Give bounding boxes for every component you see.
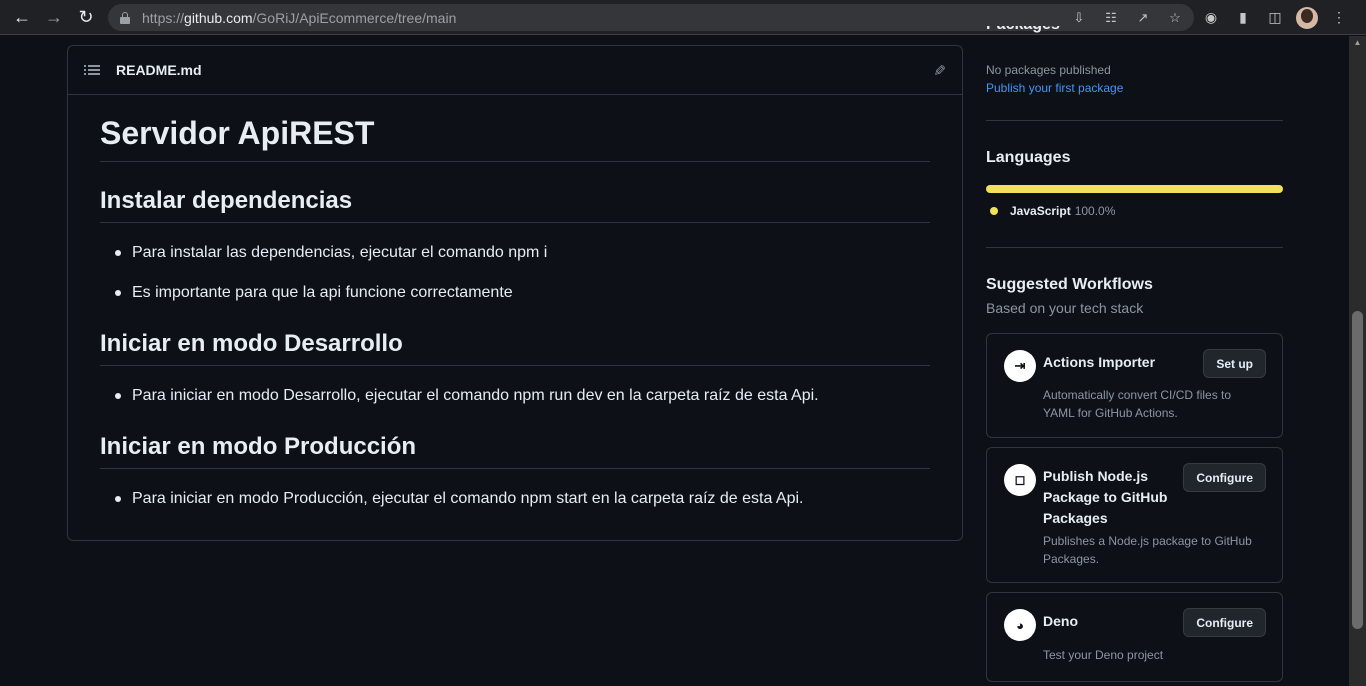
menu-kebab-icon[interactable]: ⋮: [1328, 7, 1350, 29]
share-icon[interactable]: ↗: [1134, 9, 1152, 27]
edit-pencil-icon[interactable]: ✎: [930, 62, 946, 80]
workflow-name: Actions Importer: [1043, 354, 1156, 370]
workflow-card-actions-importer: ⇥ Actions Importer Set up Automatically …: [986, 333, 1283, 438]
extension-cat-icon[interactable]: ◉: [1200, 7, 1222, 29]
list-item: Para instalar las dependencias, ejecutar…: [115, 241, 930, 265]
language-percent: 100.0%: [1074, 204, 1116, 218]
publish-package-link[interactable]: Publish your first package: [986, 81, 1123, 95]
url-text[interactable]: https://github.com/GoRiJ/ApiEcommerce/tr…: [142, 10, 456, 26]
readme-content: Servidor ApiREST Instalar dependencias P…: [68, 115, 962, 511]
configure-button[interactable]: Configure: [1183, 463, 1266, 492]
workflow-description: Test your Deno project: [1043, 648, 1164, 662]
workflow-card-publish-nodejs: ◻ Publish Node.js Package to GitHub Pack…: [986, 447, 1283, 583]
package-icon: ◻: [1004, 464, 1036, 496]
divider: [986, 247, 1283, 248]
language-bar: [986, 185, 1283, 193]
lock-icon[interactable]: [120, 11, 130, 24]
scroll-up-arrow-icon[interactable]: ▲: [1349, 36, 1366, 50]
section-heading: Iniciar en modo Desarrollo: [100, 329, 930, 366]
workflow-name: Publish Node.js Package to GitHub Packag…: [1043, 468, 1168, 526]
profile-avatar[interactable]: [1296, 6, 1318, 29]
install-app-icon[interactable]: ⇩: [1070, 9, 1088, 27]
workflow-description: Publishes a Node.js package to GitHub Pa…: [1043, 534, 1252, 566]
actions-importer-icon: ⇥: [1004, 350, 1036, 382]
workflows-subtitle: Based on your tech stack: [986, 300, 1144, 316]
workflow-card-deno: ◕ Deno Configure Test your Deno project: [986, 592, 1283, 682]
packages-title-clip: Packages: [986, 26, 1060, 36]
readme-heading-1: Servidor ApiREST: [100, 115, 930, 162]
packages-title[interactable]: Packages: [986, 26, 1060, 34]
set-up-button[interactable]: Set up: [1203, 349, 1266, 378]
side-panel-icon[interactable]: ◫: [1264, 7, 1286, 29]
workflows-title: Suggested Workflows: [986, 276, 1153, 293]
workflow-description: Automatically convert CI/CD files to YAM…: [1043, 388, 1232, 420]
list-item: Para iniciar en modo Desarrollo, ejecuta…: [115, 384, 930, 408]
language-name: JavaScript: [1010, 204, 1071, 218]
forward-arrow-icon[interactable]: →: [38, 1, 70, 33]
readme-panel: README.md ✎ Servidor ApiREST Instalar de…: [67, 45, 963, 541]
packages-empty-text: No packages published: [986, 63, 1111, 77]
scrollbar-thumb[interactable]: [1352, 311, 1363, 629]
bookmark-star-icon[interactable]: ☆: [1166, 9, 1184, 27]
workflow-name: Deno: [1043, 613, 1078, 629]
extensions-puzzle-icon[interactable]: ▮: [1232, 7, 1254, 29]
page-scrollbar[interactable]: ▲: [1349, 36, 1366, 686]
readme-header: README.md ✎: [68, 46, 962, 95]
deno-icon: ◕: [1004, 609, 1036, 641]
list-item: Para iniciar en modo Producción, ejecuta…: [115, 487, 930, 511]
list-item: Es importante para que la api funcione c…: [115, 281, 930, 305]
section-heading: Iniciar en modo Producción: [100, 432, 930, 469]
divider: [986, 120, 1283, 121]
languages-title: Languages: [986, 149, 1071, 166]
browser-toolbar: ← → ↻ https://github.com/GoRiJ/ApiEcomme…: [0, 0, 1366, 35]
translate-icon[interactable]: ☷: [1102, 9, 1120, 27]
language-item-javascript[interactable]: JavaScript 100.0%: [990, 204, 1115, 218]
list-icon[interactable]: [84, 64, 100, 76]
readme-filename[interactable]: README.md: [116, 62, 202, 78]
back-arrow-icon[interactable]: ←: [6, 1, 38, 33]
section-heading: Instalar dependencias: [100, 186, 930, 223]
javascript-color-dot: [990, 207, 998, 215]
configure-button[interactable]: Configure: [1183, 608, 1266, 637]
reload-icon[interactable]: ↻: [70, 1, 102, 33]
